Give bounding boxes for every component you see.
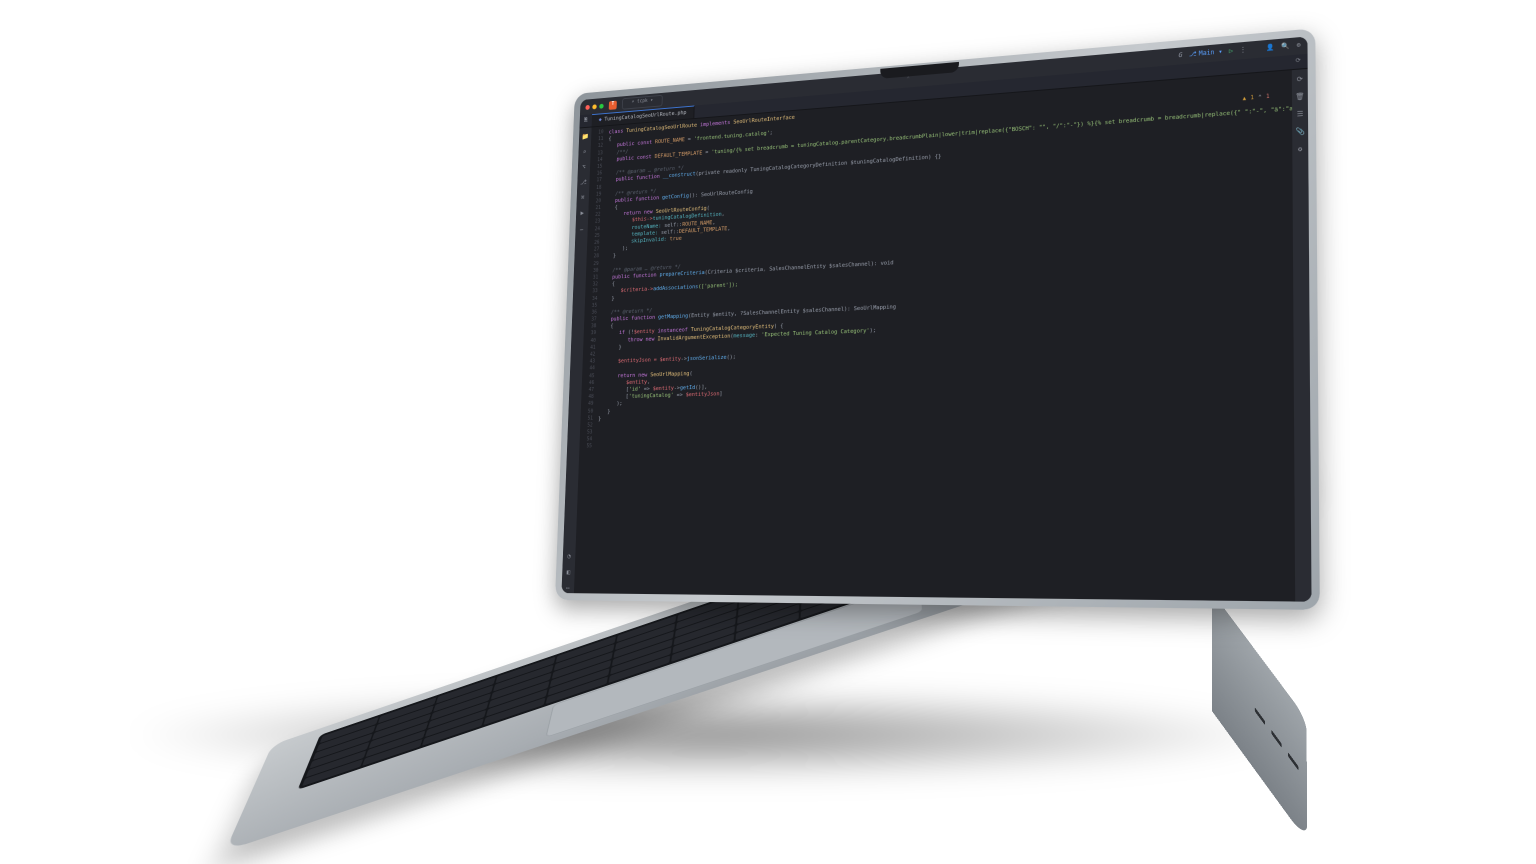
- account-icon[interactable]: 👤: [1266, 43, 1274, 54]
- warning-icon: ▲: [1243, 95, 1246, 104]
- nav-search[interactable]: ⌕ tcpk ▾: [622, 95, 663, 110]
- maximize-icon[interactable]: [599, 103, 604, 108]
- terminal-icon[interactable]: ◧: [567, 567, 571, 577]
- nav-search-text: tcpk ▾: [637, 98, 653, 107]
- database-icon[interactable]: 🗑: [1295, 91, 1304, 103]
- todo-icon[interactable]: ☰: [1297, 108, 1304, 119]
- warning-count: 1: [1250, 95, 1253, 104]
- right-tool-strip: ⟳ 🗑 ☰ 📎 ✪: [1292, 69, 1312, 602]
- more-tools-icon[interactable]: …: [580, 224, 584, 234]
- ports: [1255, 707, 1299, 770]
- search-everywhere-icon[interactable]: 🔍: [1281, 42, 1289, 53]
- error-count: 1: [1266, 94, 1269, 103]
- close-icon[interactable]: [585, 104, 590, 109]
- workspace-badge[interactable]: T: [609, 100, 617, 109]
- project-icon[interactable]: 📁: [581, 131, 588, 141]
- code-body[interactable]: class TuningCatalogSeoUrlRoute implement…: [590, 70, 1295, 601]
- run-tool-icon[interactable]: ▶: [580, 208, 584, 218]
- window-controls[interactable]: [585, 103, 603, 109]
- bookmarks-icon[interactable]: ⌘: [581, 193, 585, 203]
- services-icon[interactable]: ◔: [567, 551, 571, 561]
- sep-icon: ⌃: [1258, 94, 1261, 103]
- find-icon[interactable]: ⌕: [583, 147, 587, 157]
- run-button[interactable]: ▷: [1229, 47, 1233, 57]
- settings-icon[interactable]: ⚙: [1297, 41, 1301, 51]
- search-icon: ⌕: [632, 99, 635, 107]
- workbench: 📁 ⌕ ⌥ ⎇ ⌘ ▶ … ◔ ◧ ⋯ ▲ 1 ⌃: [561, 69, 1311, 602]
- ai-assistant-button[interactable]: G: [1179, 51, 1183, 61]
- vcs-icon[interactable]: ⎇: [580, 177, 587, 187]
- plugin-icon[interactable]: ✪: [1298, 144, 1303, 155]
- branch-name: Main ▾: [1199, 47, 1223, 59]
- git-branch-picker[interactable]: ⎇ Main ▾: [1189, 47, 1222, 60]
- minimize-icon[interactable]: [592, 104, 597, 109]
- php-file-icon: ◆: [599, 116, 602, 124]
- more-icon[interactable]: ⋮: [1240, 45, 1247, 55]
- project-tool-icon[interactable]: 🗎: [580, 114, 593, 127]
- problems-icon[interactable]: ⋯: [566, 583, 570, 593]
- laptop-scene: T ⌕ tcpk ▾ ⌃ G ⎇ Main ▾ ▷ ⋮ 👤: [0, 0, 1536, 864]
- structure-icon[interactable]: ⌥: [582, 162, 586, 172]
- branch-icon: ⎇: [1189, 50, 1197, 60]
- reload-icon[interactable]: ⟳: [1296, 57, 1301, 67]
- laptop-lid: T ⌕ tcpk ▾ ⌃ G ⎇ Main ▾ ▷ ⋮ 👤: [555, 28, 1320, 610]
- notifications-icon[interactable]: ⟳: [1297, 74, 1303, 85]
- code-editor[interactable]: ▲ 1 ⌃ 1 10111213141516171819202122232425…: [574, 70, 1295, 601]
- laptop-side-edge: [1212, 592, 1307, 842]
- ai-chat-icon[interactable]: 📎: [1296, 126, 1305, 138]
- ide-screen: T ⌕ tcpk ▾ ⌃ G ⎇ Main ▾ ▷ ⋮ 👤: [561, 36, 1311, 601]
